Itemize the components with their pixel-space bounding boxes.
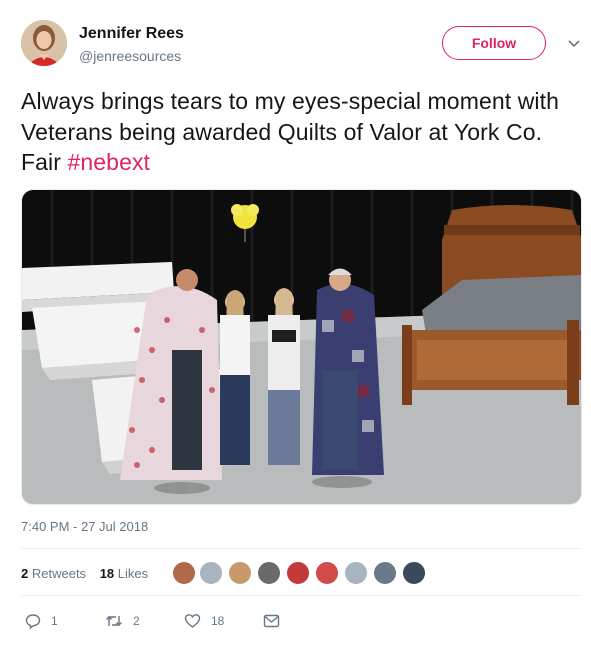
tweet-text: Always brings tears to my eyes-special m…	[21, 86, 576, 178]
liker-avatar[interactable]	[373, 561, 397, 585]
divider	[21, 548, 581, 549]
chevron-down-icon[interactable]	[567, 36, 581, 50]
avatar[interactable]	[21, 20, 67, 66]
tweet-header: Jennifer Rees @jenreesources Follow	[21, 20, 581, 72]
retweet-button[interactable]: 2	[105, 609, 140, 633]
retweets-count: 2	[21, 566, 29, 581]
message-icon	[263, 614, 280, 628]
tweet-photo[interactable]	[21, 189, 582, 505]
liker-avatar[interactable]	[344, 561, 368, 585]
like-count: 18	[211, 614, 225, 628]
liker-avatar[interactable]	[228, 561, 252, 585]
retweet-icon	[105, 613, 123, 629]
liker-avatar[interactable]	[315, 561, 339, 585]
like-button[interactable]: 18	[184, 609, 224, 633]
tweet-timestamp[interactable]: 7:40 PM - 27 Jul 2018	[21, 519, 148, 534]
photo-image	[22, 190, 581, 504]
liker-avatar[interactable]	[402, 561, 426, 585]
reply-count: 1	[51, 614, 58, 628]
likes-label: Likes	[117, 566, 149, 581]
hashtag-link[interactable]: #nebext	[68, 149, 151, 175]
liker-avatar[interactable]	[172, 561, 196, 585]
liker-avatar[interactable]	[199, 561, 223, 585]
liker-avatar[interactable]	[257, 561, 281, 585]
heart-icon	[184, 613, 201, 629]
engagement-stats: 2 Retweets 18 Likes	[21, 566, 158, 584]
retweets-stat[interactable]: 2 Retweets	[21, 566, 86, 581]
likes-count: 18	[99, 566, 115, 581]
follow-button[interactable]: Follow	[442, 26, 546, 60]
author-handle[interactable]: @jenreesources	[79, 48, 181, 64]
likes-stat[interactable]: 18 Likes	[100, 566, 148, 581]
tweet-actions: 1 2 18	[21, 609, 581, 633]
reply-button[interactable]: 1	[25, 609, 58, 633]
reply-icon	[25, 613, 41, 629]
retweets-label: Retweets	[31, 566, 87, 581]
retweet-count: 2	[133, 614, 140, 628]
divider	[21, 595, 581, 596]
author-name[interactable]: Jennifer Rees	[79, 25, 184, 43]
liker-avatar[interactable]	[286, 561, 310, 585]
direct-message-button[interactable]	[263, 609, 280, 633]
